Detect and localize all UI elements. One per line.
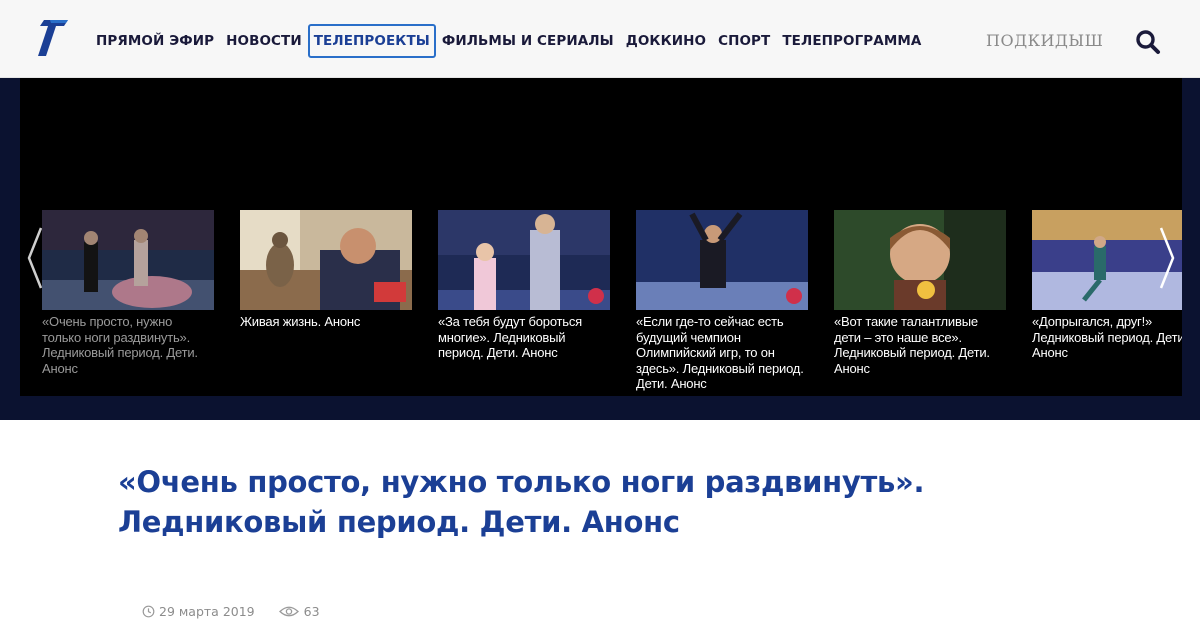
channel-one-logo-icon[interactable] [38, 18, 70, 58]
carousel-item[interactable]: «За тебя будут бороться многие». Леднико… [438, 210, 610, 396]
carousel-item-caption[interactable]: «Вот такие талантливые дети – это наше в… [834, 314, 1006, 392]
video-thumbnail[interactable] [834, 210, 1006, 310]
carousel-item-caption[interactable]: «Допрыгался, друг!» Ледниковый период. Д… [1032, 314, 1182, 392]
nav-item-dockino[interactable]: ДОККИНО [620, 24, 712, 58]
carousel-item[interactable]: Живая жизнь. Анонс [240, 210, 412, 396]
carousel-item[interactable]: «Вот такие талантливые дети – это наше в… [834, 210, 1006, 396]
carousel-item[interactable]: «Очень просто, нужно только ноги раздвин… [42, 210, 214, 396]
nav-item-live[interactable]: ПРЯМОЙ ЭФИР [90, 24, 220, 58]
carousel-item[interactable]: «Если где-то сейчас есть будущий чемпион… [636, 210, 808, 396]
nav-item-sport[interactable]: СПОРТ [712, 24, 776, 58]
video-thumbnail[interactable] [42, 210, 214, 310]
page-title: «Очень просто, нужно только ноги раздвин… [118, 465, 925, 539]
clock-icon [142, 605, 155, 617]
carousel-item-caption[interactable]: Живая жизнь. Анонс [240, 314, 412, 392]
nav-item-tv-schedule[interactable]: ТЕЛЕПРОГРАММА [776, 24, 927, 58]
eye-icon [278, 606, 299, 616]
view-count: 63 [303, 603, 320, 619]
article-meta: 29 марта 2019 63 [142, 602, 320, 620]
site-header: ПРЯМОЙ ЭФИР НОВОСТИ ТЕЛЕПРОЕКТЫ ФИЛЬМЫ И… [0, 0, 1200, 78]
video-thumbnail[interactable] [438, 210, 610, 310]
video-thumbnail[interactable] [636, 210, 808, 310]
nav-item-podkidysh[interactable]: ПОДКИДЫШ [986, 24, 1103, 58]
video-thumbnail[interactable] [240, 210, 412, 310]
carousel-item-caption[interactable]: «Очень просто, нужно только ноги раздвин… [42, 314, 214, 392]
nav-item-tv-projects[interactable]: ТЕЛЕПРОЕКТЫ [307, 24, 436, 58]
nav-item-news[interactable]: НОВОСТИ [220, 24, 308, 58]
search-icon[interactable] [1134, 28, 1162, 56]
nav-item-films-series[interactable]: ФИЛЬМЫ И СЕРИАЛЫ [436, 24, 620, 58]
video-carousel: «Очень просто, нужно только ноги раздвин… [20, 78, 1182, 396]
chevron-right-icon[interactable] [1158, 226, 1176, 290]
carousel-track: «Очень просто, нужно только ноги раздвин… [42, 210, 1182, 396]
video-carousel-frame: «Очень просто, нужно только ноги раздвин… [0, 78, 1200, 420]
carousel-item-caption[interactable]: «Если где-то сейчас есть будущий чемпион… [636, 314, 808, 392]
carousel-item-caption[interactable]: «За тебя будут бороться многие». Леднико… [438, 314, 610, 392]
main-nav: ПРЯМОЙ ЭФИР НОВОСТИ ТЕЛЕПРОЕКТЫ ФИЛЬМЫ И… [90, 24, 927, 58]
publish-date: 29 марта 2019 [159, 603, 255, 619]
